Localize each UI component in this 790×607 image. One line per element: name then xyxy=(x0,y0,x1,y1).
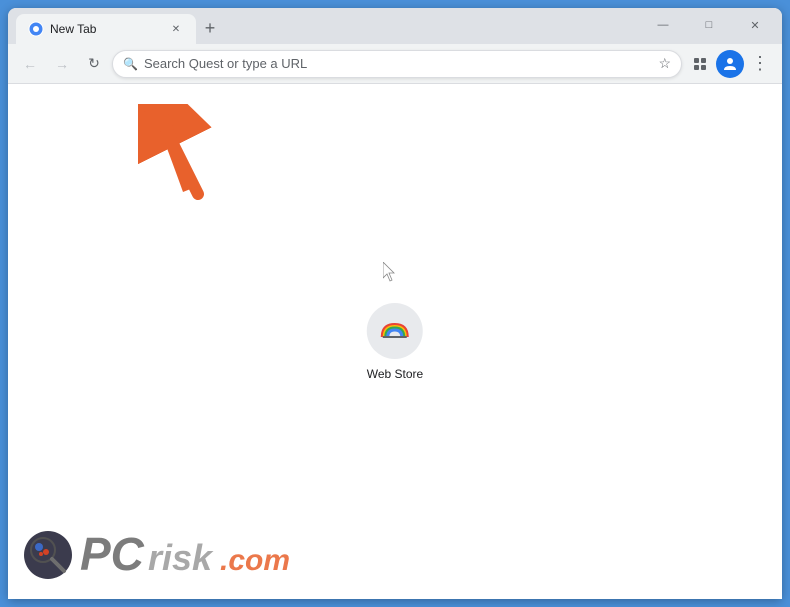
omnibar[interactable]: 🔍 Search Quest or type a URL ☆ xyxy=(112,50,682,78)
reload-button[interactable]: ↻ xyxy=(80,50,108,78)
web-store-shortcut[interactable]: Web Store xyxy=(367,303,423,381)
toolbar-right: ⋮ xyxy=(686,50,774,78)
profile-button[interactable] xyxy=(716,50,744,78)
title-bar: New Tab ✕ + — □ ✕ xyxy=(8,8,782,44)
toolbar: ← → ↻ 🔍 Search Quest or type a URL ☆ xyxy=(8,44,782,84)
minimize-button[interactable]: — xyxy=(640,10,686,40)
new-tab-button[interactable]: + xyxy=(196,14,224,42)
maximize-button[interactable]: □ xyxy=(686,10,732,40)
watermark-text-container: PC risk .com xyxy=(80,526,300,583)
window-controls: — □ ✕ xyxy=(640,10,782,44)
active-tab[interactable]: New Tab ✕ xyxy=(16,14,196,44)
menu-button[interactable]: ⋮ xyxy=(746,50,774,78)
tab-title: New Tab xyxy=(50,22,162,36)
back-button[interactable]: ← xyxy=(16,50,44,78)
svg-text:.com: .com xyxy=(220,544,290,577)
tab-strip: New Tab ✕ + xyxy=(8,8,640,44)
page-content: Web Store xyxy=(8,84,782,599)
search-icon: 🔍 xyxy=(123,57,138,71)
chrome-webstore-icon xyxy=(379,315,411,347)
pcrisk-logo xyxy=(24,531,72,579)
watermark: PC risk .com xyxy=(24,526,300,583)
svg-text:risk: risk xyxy=(148,537,214,578)
puzzle-icon xyxy=(692,56,708,72)
forward-button[interactable]: → xyxy=(48,50,76,78)
web-store-label: Web Store xyxy=(367,367,423,381)
person-icon xyxy=(722,56,738,72)
arrow-annotation xyxy=(138,104,218,194)
close-button[interactable]: ✕ xyxy=(732,10,778,40)
omnibar-text: Search Quest or type a URL xyxy=(144,56,652,71)
bookmark-star-icon[interactable]: ☆ xyxy=(658,55,671,72)
mouse-cursor xyxy=(383,262,399,282)
tab-close-button[interactable]: ✕ xyxy=(168,21,184,37)
browser-window: New Tab ✕ + — □ ✕ ← → ↻ 🔍 Search Quest o… xyxy=(8,8,782,599)
extensions-button[interactable] xyxy=(686,50,714,78)
web-store-icon xyxy=(367,303,423,359)
svg-text:PC: PC xyxy=(80,528,145,578)
tab-favicon-icon xyxy=(28,21,44,37)
